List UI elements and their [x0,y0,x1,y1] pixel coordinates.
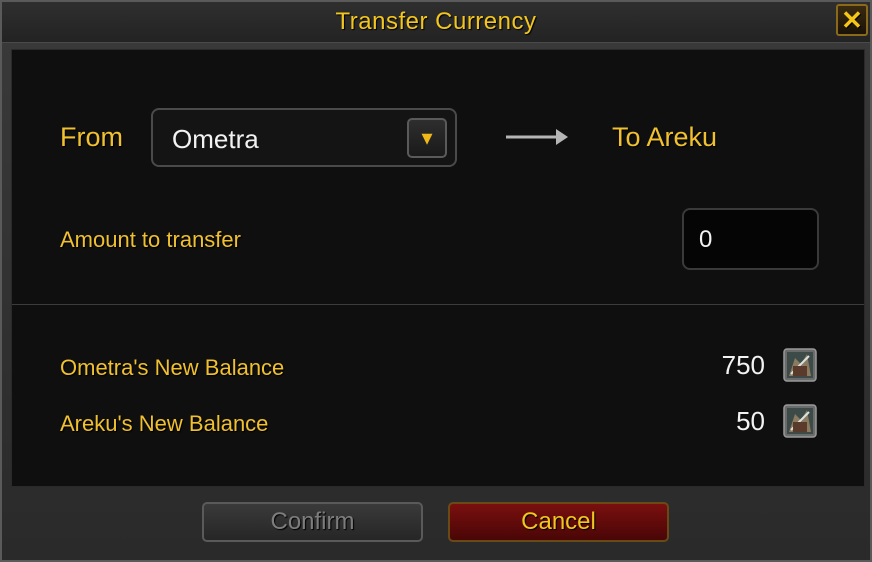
currency-icon [783,348,817,382]
from-character-value: Ometra [172,124,259,154]
close-button[interactable]: ✕ [836,4,868,36]
dialog-title: Transfer Currency [335,8,537,35]
areku-balance-value: 50 [736,406,765,436]
close-icon: ✕ [841,5,863,35]
dropdown-toggle-button[interactable]: ▾ [407,118,447,158]
ometra-balance-label: Ometra's New Balance [60,355,285,380]
amount-label: Amount to transfer [60,227,241,252]
transfer-currency-dialog: Transfer Currency ✕ From Ometra ▾ To Are… [0,0,872,562]
to-character-label: To Areku [612,122,718,152]
from-label: From [60,122,123,152]
from-character-dropdown[interactable]: Ometra ▾ [151,108,457,167]
confirm-button[interactable]: Confirm [202,502,423,542]
arrow-right-icon [506,129,568,145]
cancel-button[interactable]: Cancel [448,502,669,542]
currency-icon [783,404,817,438]
transfer-panel: From Ometra ▾ To Areku Amount to transfe… [11,49,865,487]
areku-balance-label: Areku's New Balance [60,411,269,436]
divider [12,304,864,305]
amount-input[interactable]: 0 [682,208,819,270]
chevron-down-icon: ▾ [421,125,433,150]
title-bar[interactable]: Transfer Currency ✕ [2,2,870,43]
ometra-balance-value: 750 [721,350,765,380]
